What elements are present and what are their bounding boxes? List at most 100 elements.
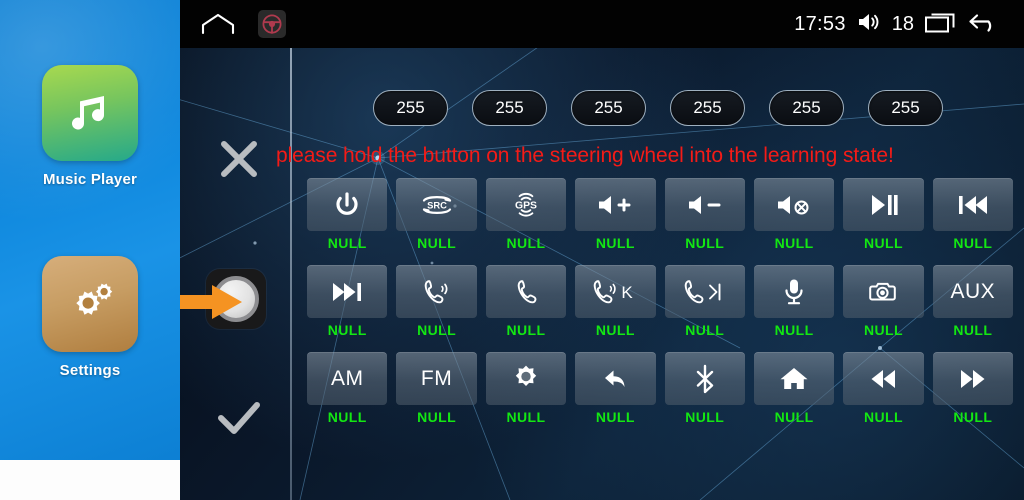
key-assignment: NULL <box>327 409 367 425</box>
home-outline-icon[interactable] <box>201 13 235 35</box>
key-aux[interactable]: AUX <box>932 265 1013 318</box>
back-arrow-icon[interactable] <box>966 10 1002 39</box>
key-phone-answer-k[interactable]: K <box>575 265 656 318</box>
microphone-icon <box>785 279 803 304</box>
key-play-pause[interactable] <box>843 178 924 231</box>
key-assignment: NULL <box>863 235 903 251</box>
adc-value-pill[interactable]: 255 <box>868 90 943 126</box>
app-label: Settings <box>59 362 121 379</box>
key-assignment: NULL <box>327 322 367 338</box>
app-settings[interactable]: Settings <box>0 256 180 379</box>
key-cell[interactable]: NULL <box>575 352 656 425</box>
key-volume-down[interactable] <box>664 178 745 231</box>
key-assignment: NULL <box>417 235 457 251</box>
music-note-icon <box>42 65 138 161</box>
volume-mute-icon <box>778 195 809 214</box>
phone-answer-k-icon: K <box>594 279 634 303</box>
brightness-icon <box>515 365 537 386</box>
key-assignment: NULL <box>774 409 814 425</box>
key-assignment: NULL <box>685 235 725 251</box>
key-cell[interactable]: NULL <box>843 178 924 251</box>
status-bar: 17:53 18 <box>180 0 1024 48</box>
key-cell[interactable]: NULL <box>843 265 924 338</box>
key-src[interactable]: SRC <box>396 178 477 231</box>
key-cell[interactable]: NULL <box>932 352 1013 425</box>
key-assignment: NULL <box>953 235 993 251</box>
return-back-icon <box>605 370 625 387</box>
key-cell[interactable]: FM NULL <box>396 352 477 425</box>
steering-wheel-icon[interactable] <box>258 10 286 38</box>
key-cell[interactable]: NULL <box>843 352 924 425</box>
key-mute[interactable] <box>753 178 835 231</box>
key-grid: NULL SRC NULL GPS NULL NULL NULL NULL NU… <box>307 178 1013 425</box>
volume-level: 18 <box>891 12 914 35</box>
gears-icon <box>42 256 138 352</box>
confirm-button[interactable] <box>208 388 270 450</box>
recent-apps-icon[interactable] <box>924 10 956 39</box>
key-assignment: NULL <box>774 322 814 338</box>
key-cell[interactable]: NULL <box>307 265 388 338</box>
adc-value-pill[interactable]: 255 <box>571 90 646 126</box>
key-cell[interactable]: NULL <box>575 178 656 251</box>
clock-time: 17:53 <box>794 12 846 35</box>
key-cell[interactable]: AM NULL <box>307 352 388 425</box>
key-brightness[interactable] <box>485 352 567 405</box>
key-cell[interactable]: NULL <box>485 265 567 338</box>
key-assignment: NULL <box>595 322 635 338</box>
key-next-track[interactable] <box>307 265 388 318</box>
key-fm[interactable]: FM <box>396 352 477 405</box>
app-label: Music Player <box>42 171 138 188</box>
adc-value-pill[interactable]: 255 <box>373 90 448 126</box>
orange-arrow-icon <box>180 285 242 319</box>
app-music-player[interactable]: Music Player <box>0 65 180 188</box>
key-previous-track[interactable] <box>932 178 1013 231</box>
key-cell[interactable]: NULL <box>753 265 835 338</box>
key-fast-forward[interactable] <box>932 352 1013 405</box>
cancel-button[interactable] <box>208 128 270 190</box>
key-camera[interactable] <box>843 265 924 318</box>
warning-message: please hold the button on the steering w… <box>276 144 894 167</box>
volume-icon[interactable] <box>856 11 882 38</box>
key-cell[interactable]: NULL <box>664 352 745 425</box>
key-power[interactable] <box>307 178 388 231</box>
adc-value-row: 255 255 255 255 255 255 <box>180 90 1024 130</box>
key-cell[interactable]: SRC NULL <box>396 178 477 251</box>
key-cell[interactable]: NULL <box>396 265 477 338</box>
volume-down-icon <box>688 195 721 214</box>
key-volume-up[interactable] <box>575 178 656 231</box>
key-label: FM <box>420 366 453 390</box>
key-gps[interactable]: GPS <box>485 178 567 231</box>
screen: Music Player Settings 17:53 18 255 255 2… <box>0 0 1024 500</box>
key-phone-hangup-next[interactable] <box>664 265 745 318</box>
adc-value-pill[interactable]: 255 <box>670 90 745 126</box>
key-microphone[interactable] <box>753 265 835 318</box>
key-home[interactable] <box>753 352 835 405</box>
key-cell[interactable]: NULL <box>307 178 388 251</box>
key-rewind[interactable] <box>843 352 924 405</box>
src-source-icon: SRC <box>422 195 451 214</box>
key-phone-hangup[interactable] <box>485 265 567 318</box>
adc-value-pill[interactable]: 255 <box>472 90 547 126</box>
key-cell[interactable]: NULL <box>932 178 1013 251</box>
key-bluetooth[interactable] <box>664 352 745 405</box>
key-am[interactable]: AM <box>307 352 388 405</box>
key-cell[interactable]: NULL <box>753 178 835 251</box>
key-cell[interactable]: GPS NULL <box>485 178 567 251</box>
play-pause-icon <box>872 194 899 215</box>
fast-forward-icon <box>960 369 985 388</box>
steering-wheel-learning-panel: 255 255 255 255 255 255 please hold the … <box>180 48 1024 500</box>
key-cell[interactable]: AUX NULL <box>932 265 1013 338</box>
key-phone-answer[interactable] <box>396 265 477 318</box>
key-assignment: NULL <box>774 235 814 251</box>
key-cell[interactable]: NULL <box>485 352 567 425</box>
home-icon <box>780 367 808 389</box>
previous-track-icon <box>958 195 987 214</box>
key-return-back[interactable] <box>575 352 656 405</box>
key-cell[interactable]: NULL <box>753 352 835 425</box>
key-cell[interactable]: NULL <box>664 265 745 338</box>
key-assignment: NULL <box>506 235 546 251</box>
phone-hangup-icon <box>517 279 537 303</box>
key-cell[interactable]: K NULL <box>575 265 656 338</box>
adc-value-pill[interactable]: 255 <box>769 90 844 126</box>
key-cell[interactable]: NULL <box>664 178 745 251</box>
